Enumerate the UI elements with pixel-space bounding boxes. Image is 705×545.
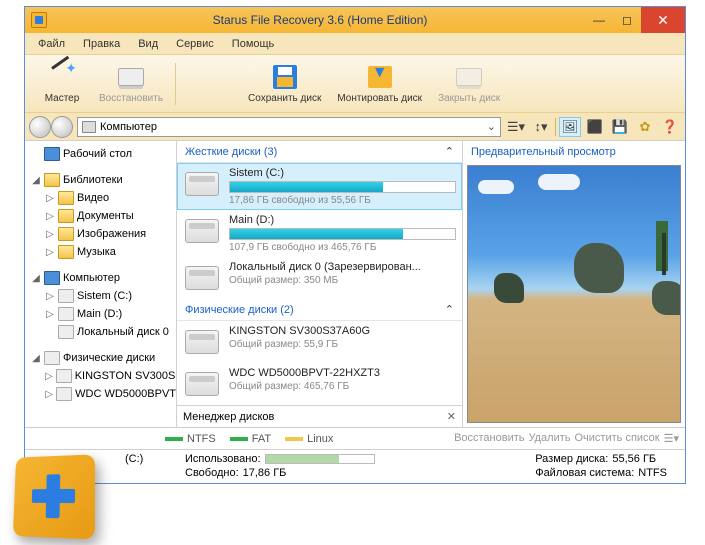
- menu-service[interactable]: Сервис: [169, 36, 221, 52]
- close-panel-icon[interactable]: ✕: [447, 410, 456, 423]
- tree-phys[interactable]: ◢Физические диски: [25, 349, 176, 367]
- window-title: Starus File Recovery 3.6 (Home Edition): [55, 13, 585, 27]
- status-bar: (C:) Использовано: Свободно:17,86 ГБ Раз…: [25, 449, 685, 483]
- help-button[interactable]: ❓: [659, 117, 681, 137]
- disk-icon: [118, 68, 144, 86]
- mount-icon: [368, 66, 392, 88]
- collapse-icon[interactable]: ⌃: [445, 145, 454, 158]
- view-photo-button[interactable]: 🖼: [559, 117, 581, 137]
- usage-bar: [229, 228, 456, 240]
- settings-button[interactable]: ✿: [634, 117, 656, 137]
- tree-phys-kingston[interactable]: ▷KINGSTON SV300S3: [25, 367, 176, 385]
- hdd-icon: [185, 330, 219, 354]
- legend-bar: NTFS FAT Linux Восстановить Удалить Очис…: [25, 427, 685, 449]
- drive-list-panel: Жесткие диски (3)⌃ Sistem (C:) 17,86 ГБ …: [177, 141, 463, 427]
- floppy-save-icon: [273, 65, 297, 89]
- tree-libraries[interactable]: ◢Библиотеки: [25, 171, 176, 189]
- tree-drive-d[interactable]: ▷Main (D:): [25, 305, 176, 323]
- nav-toolbar: Компьютер ⌄ ☰▾ ↕▾ 🖼 ⬛ 💾 ✿ ❓: [25, 113, 685, 141]
- drive-item-c[interactable]: Sistem (C:) 17,86 ГБ свободно из 55,56 Г…: [177, 163, 462, 210]
- hdd-icon: [185, 266, 219, 290]
- main-toolbar: Мастер Восстановить Сохранить диск Монти…: [25, 55, 685, 113]
- tree-computer[interactable]: ◢Компьютер: [25, 269, 176, 287]
- close-button[interactable]: ✕: [641, 7, 685, 33]
- tree-desktop[interactable]: Рабочий стол: [25, 145, 176, 163]
- save-disk-button[interactable]: Сохранить диск: [240, 61, 329, 106]
- view-options-button[interactable]: ☰▾: [505, 117, 527, 137]
- disk-close-icon: [456, 68, 482, 86]
- drive-item-local[interactable]: Локальный диск 0 (Зарезервирован... Общи…: [177, 257, 462, 299]
- menu-edit[interactable]: Правка: [76, 36, 127, 52]
- phys-drives-header[interactable]: Физические диски (2)⌃: [177, 299, 462, 321]
- menubar: Файл Правка Вид Сервис Помощь: [25, 33, 685, 55]
- tree-docs[interactable]: ▷Документы: [25, 207, 176, 225]
- preview-header: Предварительный просмотр: [463, 141, 685, 163]
- legend-linux: Linux: [285, 433, 333, 445]
- disk-manager-bar[interactable]: Менеджер дисков ✕: [177, 405, 462, 427]
- legend-ntfs: NTFS: [165, 433, 216, 445]
- footer-menu-icon[interactable]: ☰▾: [664, 432, 679, 445]
- menu-view[interactable]: Вид: [131, 36, 165, 52]
- footer-delete-button[interactable]: Удалить: [529, 432, 571, 445]
- legend-fat: FAT: [230, 433, 271, 445]
- tree-video[interactable]: ▷Видео: [25, 189, 176, 207]
- hdd-icon: [185, 172, 219, 196]
- footer-clear-button[interactable]: Очистить список: [575, 432, 660, 445]
- titlebar[interactable]: Starus File Recovery 3.6 (Home Edition) …: [25, 7, 685, 33]
- close-disk-button[interactable]: Закрыть диск: [430, 61, 508, 106]
- maximize-button[interactable]: ◻: [613, 7, 641, 33]
- tree-phys-wdc[interactable]: ▷WDC WD5000BPVT: [25, 385, 176, 403]
- phys-item-wdc[interactable]: WDC WD5000BPVT-22HXZT3 Общий размер: 465…: [177, 363, 462, 405]
- nav-back-button[interactable]: [29, 116, 51, 138]
- used-bar: [265, 454, 375, 464]
- wand-icon: [49, 64, 75, 90]
- computer-icon: [82, 121, 96, 133]
- folder-tree[interactable]: Рабочий стол ◢Библиотеки ▷Видео ▷Докумен…: [25, 141, 177, 427]
- hdd-icon: [185, 372, 219, 396]
- nav-forward-button[interactable]: [51, 116, 73, 138]
- save-button[interactable]: 💾: [609, 117, 631, 137]
- sort-button[interactable]: ↕▾: [530, 117, 552, 137]
- app-logo-overlay: [0, 435, 100, 545]
- preview-image: [467, 165, 681, 423]
- tree-drive-c[interactable]: ▷Sistem (C:): [25, 287, 176, 305]
- main-window: Starus File Recovery 3.6 (Home Edition) …: [24, 6, 686, 484]
- drive-item-d[interactable]: Main (D:) 107,9 ГБ свободно из 465,76 ГБ: [177, 210, 462, 257]
- tree-music[interactable]: ▷Музыка: [25, 243, 176, 261]
- phys-item-kingston[interactable]: KINGSTON SV300S37A60G Общий размер: 55,9…: [177, 321, 462, 363]
- restore-button[interactable]: Восстановить: [91, 61, 171, 106]
- usage-bar: [229, 181, 456, 193]
- minimize-button[interactable]: —: [585, 7, 613, 33]
- body-area: Рабочий стол ◢Библиотеки ▷Видео ▷Докумен…: [25, 141, 685, 427]
- tree-images[interactable]: ▷Изображения: [25, 225, 176, 243]
- collapse-icon[interactable]: ⌃: [445, 303, 454, 316]
- preview-panel: Предварительный просмотр: [463, 141, 685, 427]
- mount-disk-button[interactable]: Монтировать диск: [329, 61, 430, 106]
- address-text: Компьютер: [100, 121, 157, 133]
- separator: [175, 63, 176, 105]
- tree-drive-local[interactable]: Локальный диск 0: [25, 323, 176, 341]
- hdd-icon: [185, 219, 219, 243]
- hard-drives-header[interactable]: Жесткие диски (3)⌃: [177, 141, 462, 163]
- footer-restore-button[interactable]: Восстановить: [454, 432, 524, 445]
- view-hex-button[interactable]: ⬛: [584, 117, 606, 137]
- app-icon: [31, 12, 47, 28]
- address-bar[interactable]: Компьютер ⌄: [77, 117, 501, 137]
- menu-file[interactable]: Файл: [31, 36, 72, 52]
- menu-help[interactable]: Помощь: [225, 36, 282, 52]
- wizard-button[interactable]: Мастер: [33, 61, 91, 106]
- dropdown-icon[interactable]: ⌄: [487, 120, 496, 133]
